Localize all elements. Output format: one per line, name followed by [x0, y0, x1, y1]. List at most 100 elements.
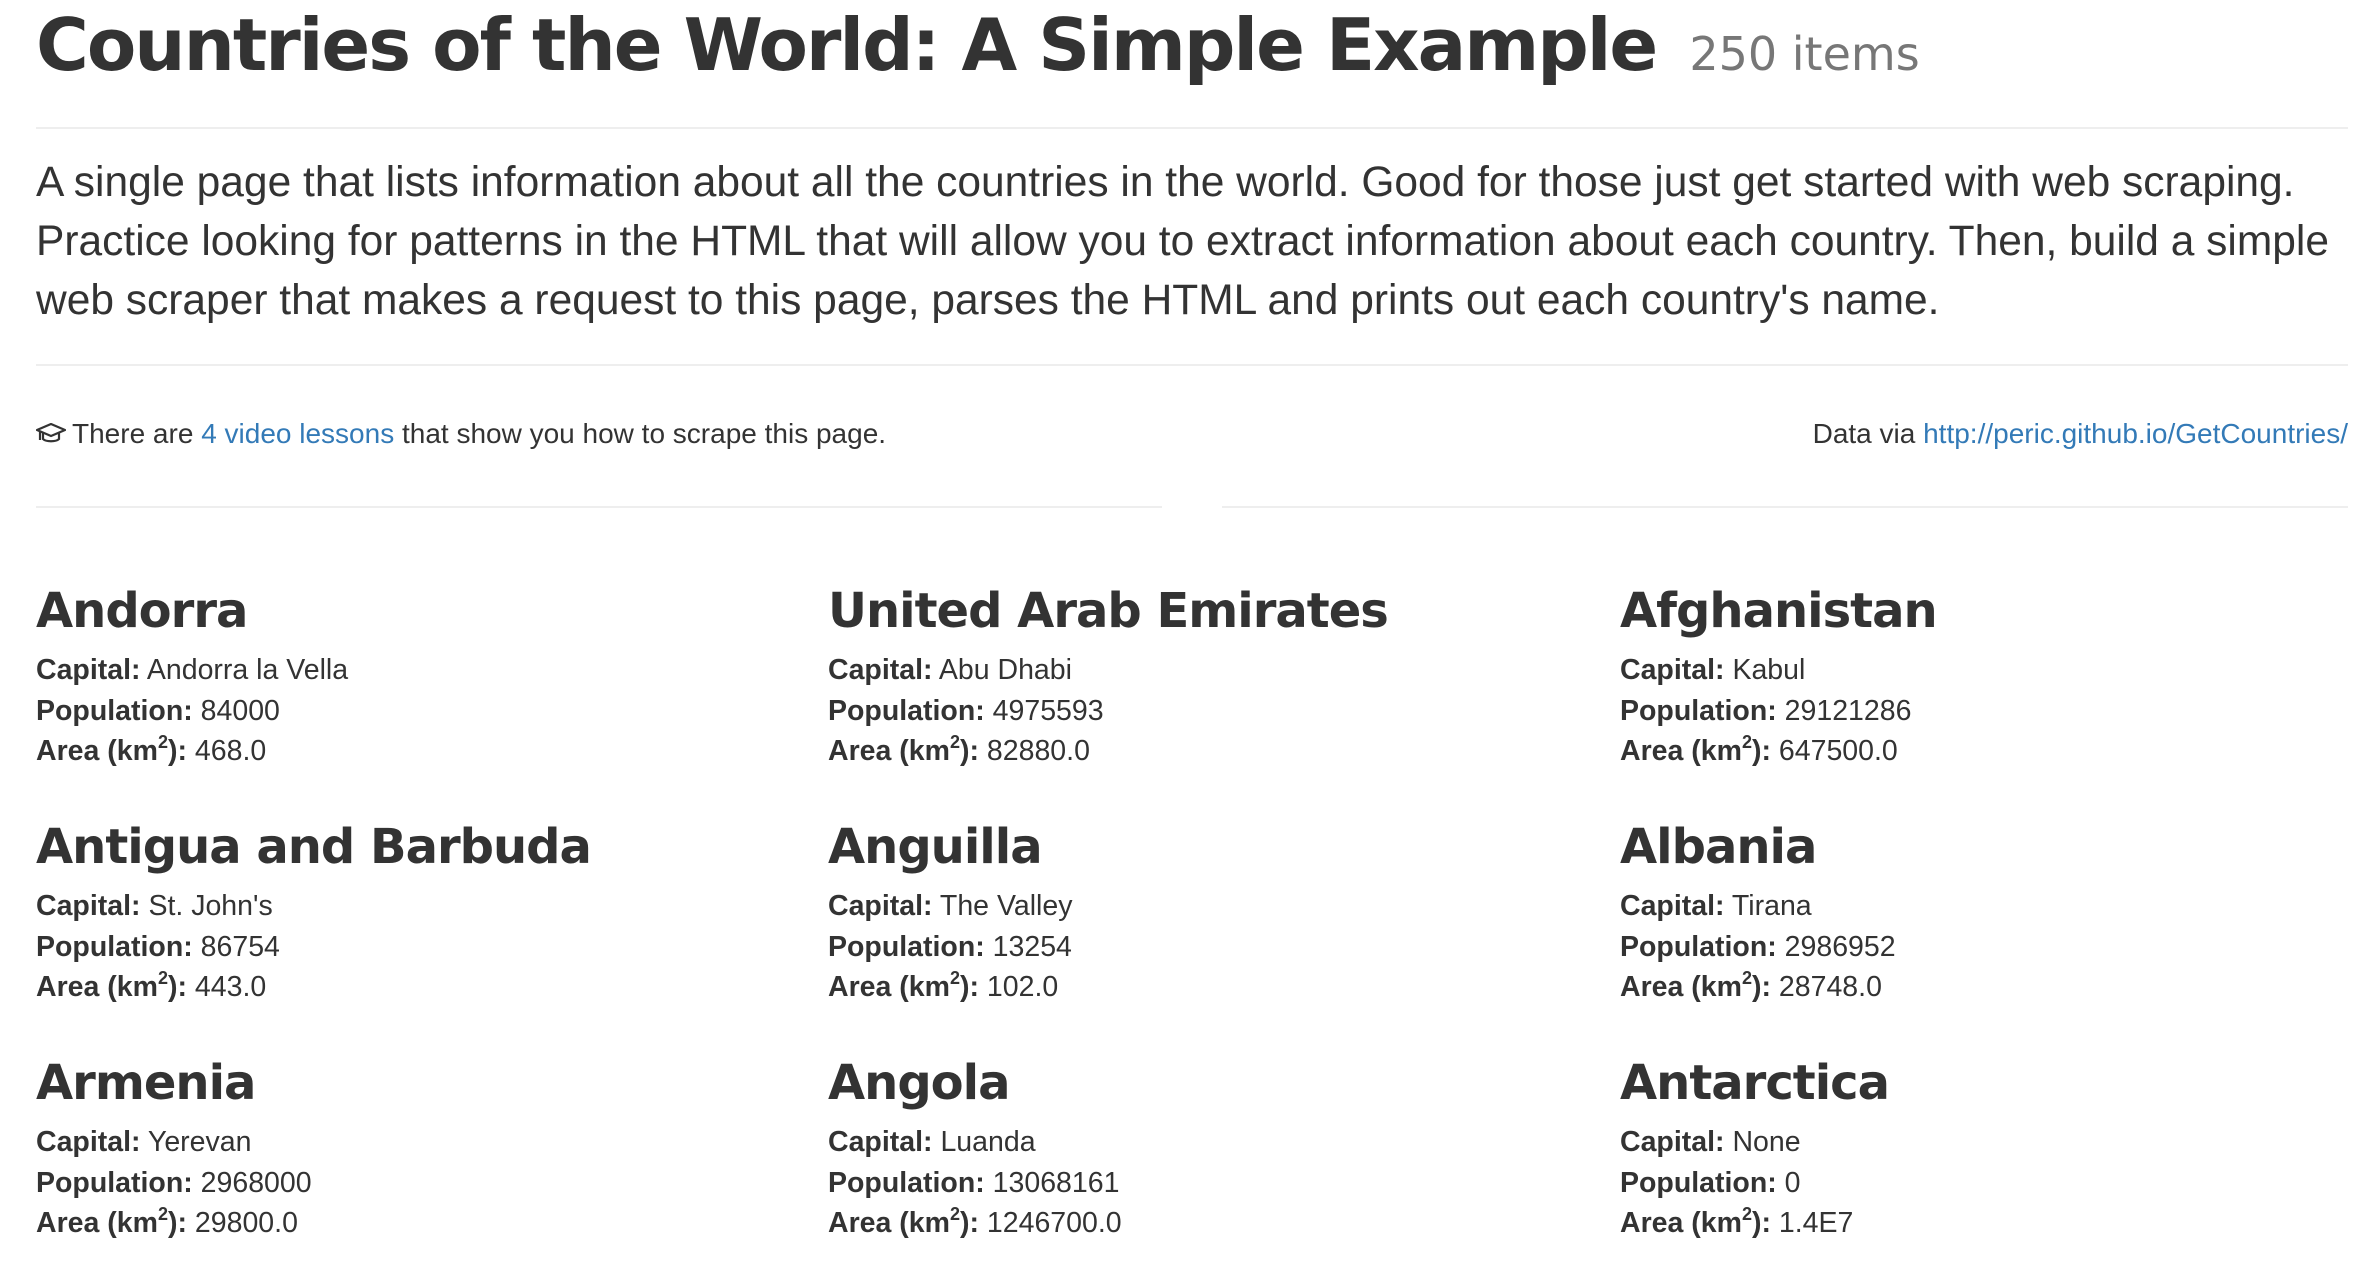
country-area: 1.4E7: [1778, 1207, 1854, 1239]
population-label: Population:: [1620, 930, 1777, 963]
capital-row: Capital: Andorra la Vella: [36, 650, 828, 691]
capital-label: Capital:: [828, 1126, 933, 1158]
lead-paragraph: A single page that lists information abo…: [36, 159, 2329, 324]
capital-label: Capital:: [36, 1126, 141, 1158]
area-label: Area (km2):: [1620, 968, 1771, 1003]
country-population: 2986952: [1784, 930, 1896, 963]
area-label-suffix: ):: [1752, 971, 1771, 1003]
area-label-sup: 2: [949, 1204, 960, 1224]
area-label-sup: 2: [157, 968, 168, 988]
country-info: Capital: Luanda Population: 13068161 Are…: [828, 1122, 1620, 1244]
country-card: Andorra Capital: Andorra la Vella Popula…: [36, 580, 828, 816]
country-info: Capital: Tirana Population: 2986952 Area…: [1620, 886, 2348, 1008]
country-info: Capital: The Valley Population: 13254 Ar…: [828, 886, 1620, 1008]
area-label-prefix: Area (km: [1620, 1207, 1742, 1239]
area-label-prefix: Area (km: [36, 1207, 158, 1239]
capital-row: Capital: Tirana: [1620, 886, 2348, 927]
lessons-suffix: that show you how to scrape this page.: [401, 418, 887, 449]
population-row: Population: 29121286: [1620, 691, 2348, 732]
capital-label: Capital:: [1620, 1126, 1725, 1158]
country-info: Capital: None Population: 0 Area (km2): …: [1620, 1122, 2348, 1244]
main-content: Countries of the World: A Simple Example…: [35, 0, 2348, 490]
area-label-suffix: ):: [960, 735, 979, 767]
capital-row: Capital: St. John's: [36, 886, 828, 927]
country-capital: Tirana: [1731, 890, 1812, 922]
capital-label: Capital:: [1620, 654, 1725, 686]
country-info: Capital: St. John's Population: 86754 Ar…: [36, 886, 828, 1008]
country-capital: Kabul: [1732, 654, 1806, 686]
area-label-suffix: ):: [960, 971, 979, 1003]
capital-label: Capital:: [828, 654, 933, 686]
country-capital: Luanda: [940, 1126, 1036, 1158]
divider-right: [1222, 506, 2348, 508]
country-population: 0: [1784, 1166, 1801, 1199]
population-label: Population:: [1620, 1166, 1777, 1199]
area-label-prefix: Area (km: [1620, 735, 1742, 767]
data-source-link[interactable]: http://peric.github.io/GetCountries/: [1923, 418, 2348, 449]
country-info: Capital: Yerevan Population: 2968000 Are…: [36, 1122, 828, 1244]
population-row: Population: 2986952: [1620, 927, 2348, 968]
country-info: Capital: Abu Dhabi Population: 4975593 A…: [828, 650, 1620, 772]
area-row: Area (km2): 1246700.0: [828, 1203, 1620, 1244]
country-name: Armenia: [36, 1055, 256, 1111]
area-row: Area (km2): 102.0: [828, 967, 1620, 1008]
area-label-prefix: Area (km: [828, 735, 950, 767]
area-label-prefix: Area (km: [828, 1207, 950, 1239]
population-row: Population: 86754: [36, 927, 828, 968]
country-grid: Andorra Capital: Andorra la Vella Popula…: [36, 580, 2348, 1288]
area-row: Area (km2): 468.0: [36, 731, 828, 772]
area-label-prefix: Area (km: [1620, 971, 1742, 1003]
area-label-sup: 2: [1741, 1204, 1752, 1224]
area-label-suffix: ):: [168, 735, 187, 767]
area-label-sup: 2: [949, 968, 960, 988]
country-population: 13068161: [992, 1166, 1120, 1199]
capital-row: Capital: The Valley: [828, 886, 1620, 927]
country-name: Afghanistan: [1620, 583, 1938, 639]
country-capital: Abu Dhabi: [938, 654, 1072, 686]
country-card: Armenia Capital: Yerevan Population: 296…: [36, 1052, 828, 1288]
area-label-suffix: ):: [1752, 735, 1771, 767]
population-row: Population: 0: [1620, 1163, 2348, 1204]
area-label-sup: 2: [1741, 968, 1752, 988]
country-name: Anguilla: [828, 819, 1043, 875]
country-population: 86754: [200, 930, 280, 963]
country-name: Angola: [828, 1055, 1011, 1111]
page-title-text: Countries of the World: A Simple Example: [36, 3, 1658, 87]
capital-row: Capital: Yerevan: [36, 1122, 828, 1163]
lessons-prefix: There are: [72, 418, 194, 449]
video-lessons-link[interactable]: 4 video lessons: [201, 418, 394, 449]
area-row: Area (km2): 29800.0: [36, 1203, 828, 1244]
country-population: 84000: [200, 694, 280, 727]
area-label-suffix: ):: [960, 1207, 979, 1239]
country-name: Antigua and Barbuda: [36, 819, 592, 875]
area-label-sup: 2: [1741, 732, 1752, 752]
country-population: 13254: [992, 930, 1072, 963]
country-card: Angola Capital: Luanda Population: 13068…: [828, 1052, 1620, 1288]
population-label: Population:: [828, 1166, 985, 1199]
country-card: Anguilla Capital: The Valley Population:…: [828, 816, 1620, 1052]
area-label-prefix: Area (km: [828, 971, 950, 1003]
population-label: Population:: [828, 930, 985, 963]
area-row: Area (km2): 1.4E7: [1620, 1203, 2348, 1244]
capital-row: Capital: None: [1620, 1122, 2348, 1163]
video-lessons-note: There are 4 video lessons that show you …: [35, 418, 887, 450]
capital-label: Capital:: [1620, 890, 1725, 922]
population-row: Population: 13068161: [828, 1163, 1620, 1204]
area-label-sup: 2: [157, 1204, 168, 1224]
country-info: Capital: Andorra la Vella Population: 84…: [36, 650, 828, 772]
area-label-suffix: ):: [1752, 1207, 1771, 1239]
population-label: Population:: [1620, 694, 1777, 727]
capital-row: Capital: Abu Dhabi: [828, 650, 1620, 691]
data-via-label: Data via: [1812, 418, 1916, 449]
item-count: 250 items: [1689, 27, 1920, 81]
area-row: Area (km2): 28748.0: [1620, 967, 2348, 1008]
population-label: Population:: [36, 1166, 193, 1199]
country-info: Capital: Kabul Population: 29121286 Area…: [1620, 650, 2348, 772]
capital-label: Capital:: [828, 890, 933, 922]
country-name: United Arab Emirates: [828, 583, 1389, 639]
graduation-cap-icon: [35, 420, 67, 443]
country-name: Antarctica: [1620, 1055, 1890, 1111]
country-area: 468.0: [194, 735, 267, 767]
area-row: Area (km2): 443.0: [36, 967, 828, 1008]
country-card: United Arab Emirates Capital: Abu Dhabi …: [828, 580, 1620, 816]
